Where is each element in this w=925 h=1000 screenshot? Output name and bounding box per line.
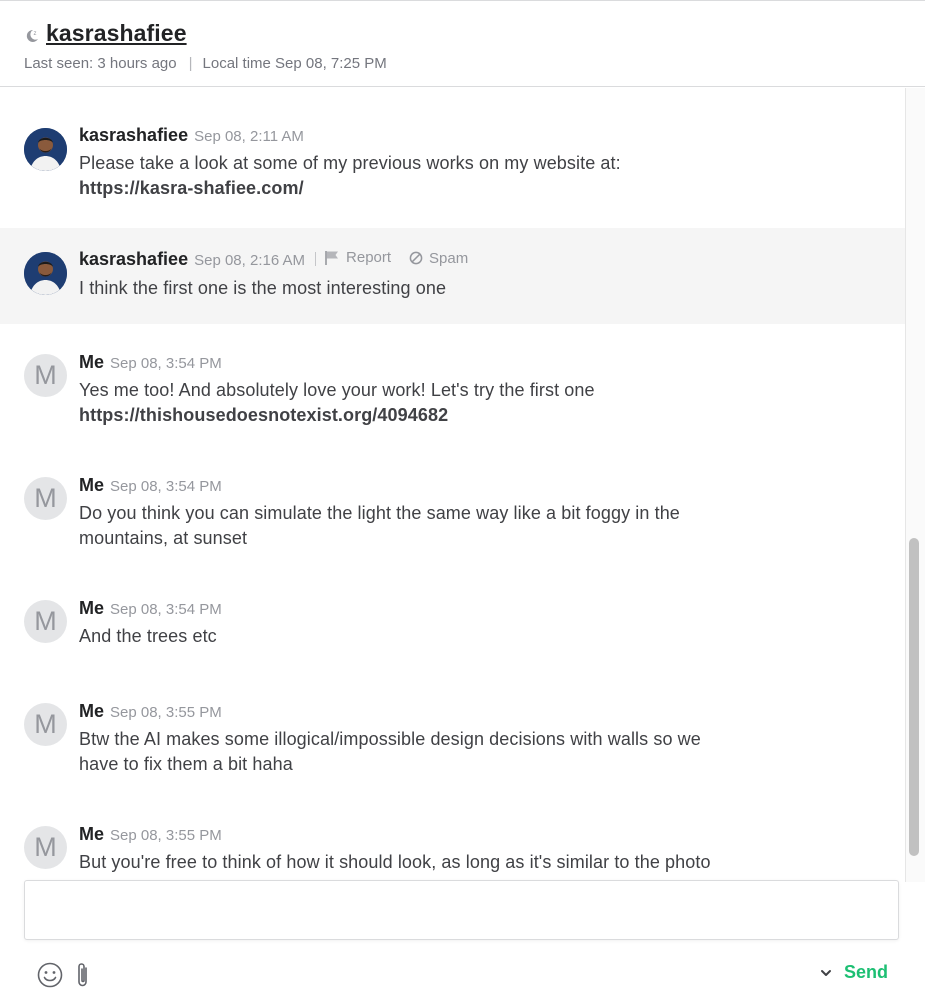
flag-icon [325,251,339,265]
message-item: M Me Sep 08, 3:54 PM And the trees etc [0,570,905,673]
last-seen-text: Last seen: 3 hours ago [24,55,177,72]
user-photo-icon [24,128,67,171]
message-link[interactable]: https://thishousedoesnotexist.org/409468… [79,405,448,426]
message-header: Me Sep 08, 3:54 PM [79,475,222,496]
sender-name: Me [79,598,105,618]
message-text: have to fix them a bit haha [79,754,293,774]
message-time: Sep 08, 3:54 PM [110,355,222,372]
message-time: Sep 08, 3:55 PM [110,704,222,721]
spam-button[interactable]: Spam [409,250,468,267]
message-item: M Me Sep 08, 3:55 PM But you're free to t… [0,796,905,880]
meta-divider: | [188,55,193,72]
sender-name[interactable]: kasrashafiee [79,125,188,145]
avatar[interactable] [24,128,67,171]
avatar[interactable]: M [24,826,67,869]
message-header: Me Sep 08, 3:55 PM [79,824,222,845]
message-text: But you're free to think of how it shoul… [79,852,711,872]
message-text: mountains, at sunset [79,528,248,548]
message-time: Sep 08, 3:55 PM [110,827,222,844]
avatar[interactable]: M [24,354,67,397]
message-text: Do you think you can simulate the light … [79,503,680,523]
svg-text:z: z [34,31,37,37]
message-link[interactable]: https://kasra-shafiee.com/ [79,178,304,199]
conversation-header: z kasrashafiee Last seen: 3 hours ago | Lo… [0,1,925,87]
send-button[interactable]: Send [844,962,888,983]
avatar[interactable]: M [24,477,67,520]
smiley-icon[interactable] [37,962,63,988]
sender-name[interactable]: kasrashafiee [79,249,188,269]
message-item: M Me Sep 08, 3:55 PM Btw the AI makes som… [0,673,905,796]
message-thread[interactable]: kasrashafiee Sep 08, 2:11 AM Please take … [0,88,905,880]
message-text: Yes me too! And absolutely love your wor… [79,380,595,400]
message-text: Btw the AI makes some illogical/impossib… [79,729,701,749]
away-moon-icon: z [26,29,38,42]
message-item: M Me Sep 08, 3:54 PM Do you think you can… [0,447,905,570]
message-input[interactable] [25,881,898,939]
contact-username-link[interactable]: kasrashafiee [46,20,187,47]
message-time: Sep 08, 3:54 PM [110,478,222,495]
spam-label: Spam [429,249,469,267]
message-text: And the trees etc [79,626,217,646]
message-time: Sep 08, 2:11 AM [194,128,304,145]
avatar[interactable]: M [24,703,67,746]
report-label: Report [346,249,392,266]
message-item: kasrashafiee Sep 08, 2:11 AM Please take … [0,88,905,228]
message-composer [24,880,899,940]
message-text: I think the first one is the most intere… [79,278,447,298]
message-item: M Me Sep 08, 3:54 PM Yes me too! And abso… [0,324,905,447]
user-photo-icon [24,252,67,295]
message-item: kasrashafiee Sep 08, 2:16 AM Report Spam I … [0,228,905,324]
message-header: Me Sep 08, 3:54 PM [79,352,222,373]
sender-name: Me [79,824,105,844]
sender-name: Me [79,701,105,721]
message-header: Me Sep 08, 3:54 PM [79,598,222,619]
avatar[interactable] [24,252,67,295]
thread-scrollbar-thumb[interactable] [909,538,919,856]
message-time: Sep 08, 2:16 AM [194,252,306,269]
message-text: Please take a look at some of my previou… [79,153,621,173]
action-divider [315,252,317,266]
message-header: Me Sep 08, 3:55 PM [79,701,222,722]
block-icon [409,251,423,265]
contact-meta: Last seen: 3 hours ago | Local time Sep 08… [24,55,387,72]
paperclip-icon[interactable] [74,961,92,989]
sender-name: Me [79,352,105,372]
local-time-text: Local time Sep 08, 7:25 PM [202,55,387,72]
avatar[interactable]: M [24,600,67,643]
message-header: kasrashafiee Sep 08, 2:11 AM [79,125,304,146]
chevron-down-icon[interactable] [819,966,833,980]
sender-name: Me [79,475,105,495]
message-time: Sep 08, 3:54 PM [110,601,222,618]
message-header: kasrashafiee Sep 08, 2:16 AM Report Spam [79,249,486,270]
report-button[interactable]: Report [324,249,391,266]
